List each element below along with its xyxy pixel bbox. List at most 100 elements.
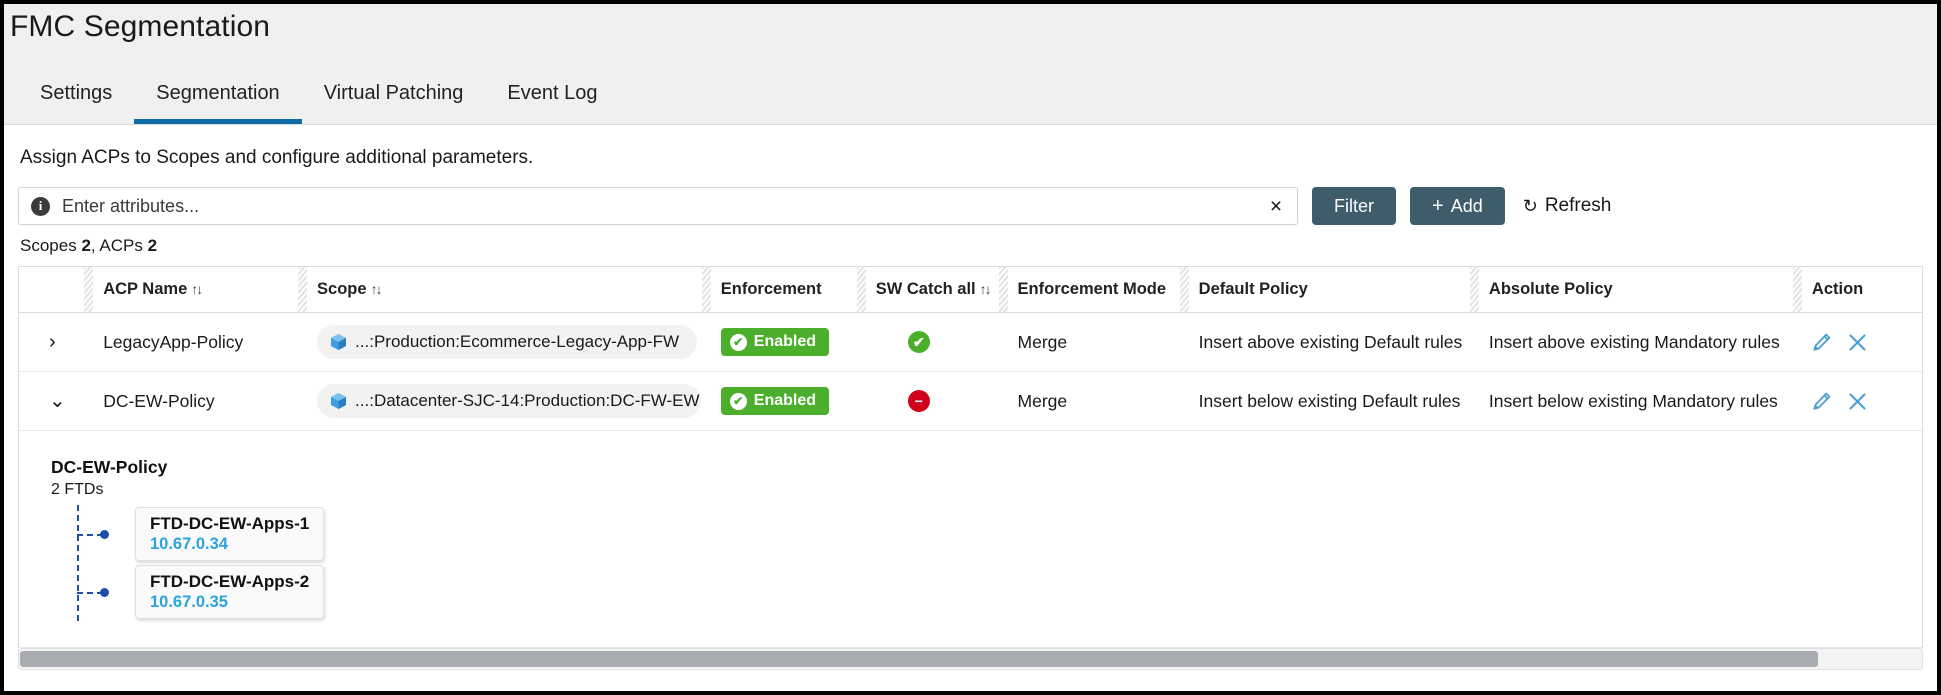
column-resize-grip[interactable] [298,267,308,312]
main-content: Assign ACPs to Scopes and configure addi… [4,125,1937,648]
column-header-acp-name[interactable]: ACP Name ↑↓ [93,267,308,313]
collapse-row-chevron-icon[interactable]: ⌄ [29,391,66,411]
intro-text: Assign ACPs to Scopes and configure addi… [20,147,534,168]
scope-chip-label: ...:Datacenter-SJC-14:Production:DC-FW-E… [355,391,700,410]
refresh-button[interactable]: ↻ Refresh [1523,195,1612,217]
column-header-acp-name-label: ACP Name [103,280,188,298]
close-icon[interactable] [1847,391,1868,412]
column-header-enforcement: Enforcement [710,267,866,313]
scope-cell: ...:Production:Ecommerce-Legacy-App-FW [307,312,711,372]
filter-button[interactable]: Filter [1312,187,1396,225]
scope-chip[interactable]: ...:Datacenter-SJC-14:Production:DC-FW-E… [317,384,701,418]
pencil-icon[interactable] [1812,392,1831,411]
detail-policy-title: DC-EW-Policy [51,457,168,477]
column-resize-grip[interactable] [701,267,711,312]
expanded-detail-row: DC-EW-Policy 2 FTDs FTD-DC-EW-Apps-1 10.… [19,430,1922,648]
tab-virtual-patching[interactable]: Virtual Patching [302,72,486,124]
column-header-sw-catch-all[interactable]: SW Catch all ↑↓ [865,267,1008,313]
column-header-action: Action [1801,267,1922,313]
ftd-device-card[interactable]: FTD-DC-EW-Apps-1 10.67.0.34 [135,506,325,562]
column-header-absolute-policy: Absolute Policy [1478,267,1802,313]
status-badge-label: Enabled [753,392,816,409]
column-resize-grip[interactable] [856,267,866,312]
tab-segmentation[interactable]: Segmentation [134,72,302,124]
status-disabled-icon: − [907,390,930,412]
table-header-row: ACP Name ↑↓ Scope ↑↓ Enforcement SW Catc… [19,267,1922,313]
status-check-icon: ✔ [907,331,930,353]
column-header-enforcement-label: Enforcement [720,280,822,298]
column-header-absolute-policy-label: Absolute Policy [1488,280,1613,298]
enforcement-mode-cell: Merge [1007,371,1189,431]
column-header-sw-catch-all-label: SW Catch all [875,280,976,298]
detail-ftd-count: 2 FTDs [51,481,104,498]
absolute-policy-cell: Insert above existing Mandatory rules [1478,312,1802,372]
pencil-icon[interactable] [1812,333,1831,352]
tree-node-dot [100,587,109,597]
status-badge: ✔ Enabled [720,387,829,415]
page-title: FMC Segmentation [10,10,271,43]
column-header-action-label: Action [1811,280,1864,298]
refresh-icon: ↻ [1522,195,1538,216]
sort-icon[interactable]: ↑↓ [191,281,203,297]
column-header-expand [19,267,94,313]
clear-icon[interactable]: × [1265,195,1287,217]
column-resize-grip[interactable] [84,267,94,312]
action-cell [1801,312,1922,372]
default-policy-cell: Insert below existing Default rules [1188,371,1479,431]
sw-catch-all-cell: ✔ [865,312,1008,372]
column-header-scope[interactable]: Scope ↑↓ [307,267,711,313]
acps-count: 2 [147,236,158,255]
refresh-label: Refresh [1544,195,1612,216]
tab-event-log[interactable]: Event Log [485,72,619,124]
scopes-label: Scopes [20,236,77,255]
tab-bar: Settings Segmentation Virtual Patching E… [18,72,619,124]
horizontal-scrollbar[interactable] [18,648,1923,670]
filter-button-label: Filter [1334,195,1374,216]
expanded-detail-cell: DC-EW-Policy 2 FTDs FTD-DC-EW-Apps-1 10.… [19,430,1922,648]
table-row[interactable]: › LegacyApp-Policy ...:Production:Ecomme… [19,312,1922,372]
status-badge: ✔ Enabled [720,328,829,356]
column-resize-grip[interactable] [998,267,1008,312]
record-counts: Scopes 2, ACPs 2 [18,225,1923,266]
acp-name-cell: DC-EW-Policy [93,371,308,431]
check-circle-icon: ✔ [729,333,747,351]
tab-settings[interactable]: Settings [18,72,134,124]
sw-catch-all-cell: − [865,371,1008,431]
ftd-device-ip: 10.67.0.35 [150,592,228,611]
scope-cell: ...:Datacenter-SJC-14:Production:DC-FW-E… [307,371,711,431]
expand-row-chevron-icon[interactable]: › [29,332,56,352]
enforcement-cell: ✔ Enabled [710,371,866,431]
expand-cell: › [19,312,94,372]
scope-chip[interactable]: ...:Production:Ecommerce-Legacy-App-FW [317,325,698,359]
tree-node-dot [100,529,109,539]
list-item[interactable]: FTD-DC-EW-Apps-2 10.67.0.35 [77,563,1912,621]
acp-name-cell: LegacyApp-Policy [93,312,308,372]
ftd-tree: FTD-DC-EW-Apps-1 10.67.0.34 FTD-DC-EW-Ap… [77,505,1912,621]
ftd-device-ip: 10.67.0.34 [150,534,228,553]
action-cell [1801,371,1922,431]
search-input[interactable] [50,194,1265,218]
enforcement-cell: ✔ Enabled [710,312,866,372]
column-resize-grip[interactable] [1179,267,1189,312]
attribute-search-box[interactable]: i × [18,187,1298,225]
sort-icon[interactable]: ↑↓ [371,281,383,297]
info-icon: i [31,196,50,216]
cube-icon [330,333,347,351]
scrollbar-thumb[interactable] [20,651,1819,667]
add-button[interactable]: + Add [1410,187,1505,225]
ftd-device-card[interactable]: FTD-DC-EW-Apps-2 10.67.0.35 [135,564,325,620]
ftd-device-name: FTD-DC-EW-Apps-1 [150,513,310,533]
column-resize-grip[interactable] [1792,267,1802,312]
filter-toolbar: i × Filter + Add ↻ Refresh [18,187,1923,225]
list-item[interactable]: FTD-DC-EW-Apps-1 10.67.0.34 [77,505,1912,563]
table-row[interactable]: ⌄ DC-EW-Policy ...:Datacenter-SJC-14:Pro… [19,371,1922,431]
column-header-scope-label: Scope [317,280,367,298]
sort-icon[interactable]: ↑↓ [980,281,992,297]
column-resize-grip[interactable] [1469,267,1479,312]
enforcement-mode-cell: Merge [1007,312,1189,372]
acps-label: ACPs [99,236,143,255]
status-badge-label: Enabled [753,333,816,350]
acp-table: ACP Name ↑↓ Scope ↑↓ Enforcement SW Catc… [18,266,1923,648]
column-header-default-policy: Default Policy [1188,267,1479,313]
close-icon[interactable] [1847,332,1868,353]
